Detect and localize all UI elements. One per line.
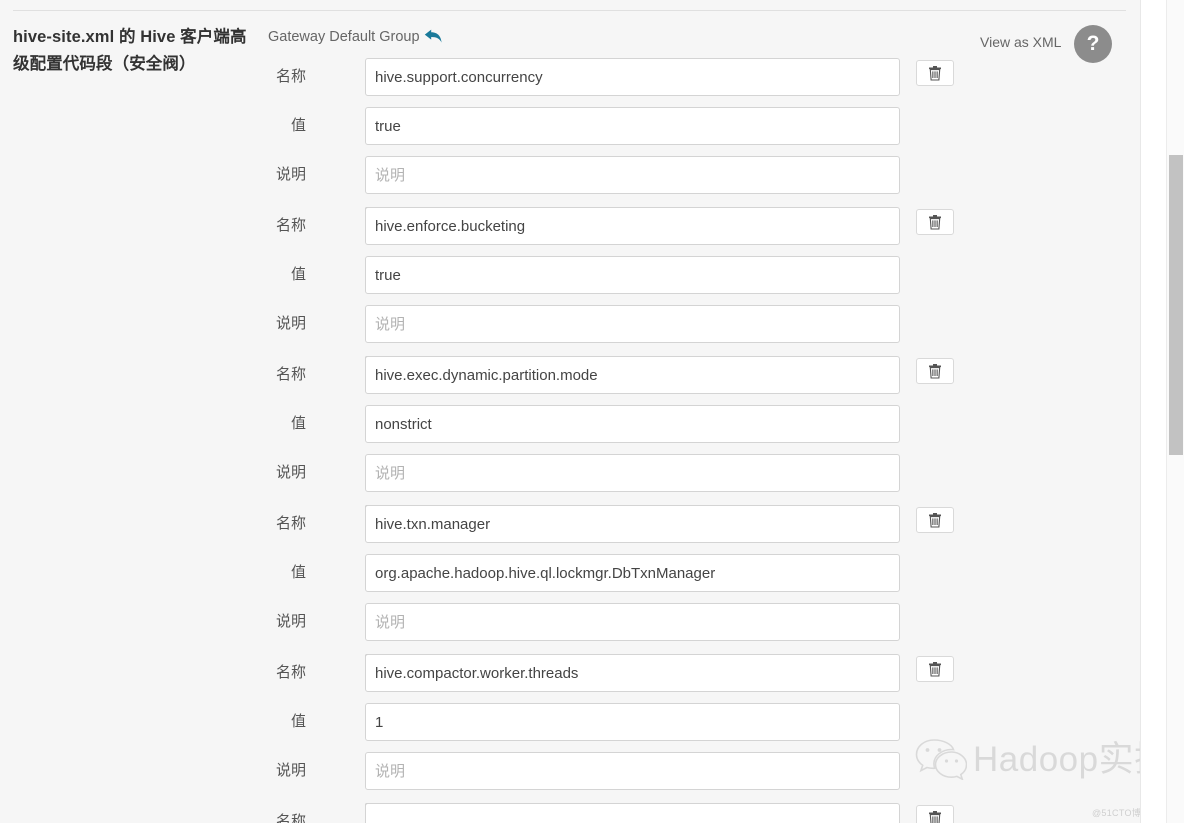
name-label: 名称 [275,68,306,85]
right-gutter [1140,0,1166,823]
delete-property-button[interactable] [916,805,954,823]
description-row: 说明 [0,305,1140,343]
property-group: 名称 值 说明 [0,356,1140,521]
trash-icon [929,214,941,230]
value-row: 值 [0,256,1140,294]
description-label: 说明 [275,762,306,779]
name-input[interactable] [365,654,900,692]
config-panel: hive-site.xml 的 Hive 客户端高级配置代码段（安全阀） Gat… [0,0,1184,823]
name-label: 名称 [275,664,306,681]
name-input[interactable] [365,505,900,543]
trash-icon [929,810,941,823]
property-group: 名称 值 说明 [0,654,1140,819]
scrollbar-track[interactable] [1166,0,1184,823]
property-group: 名称 值 说明 [0,207,1140,372]
description-input[interactable] [365,454,900,492]
description-label: 说明 [275,464,306,481]
delete-property-button[interactable] [916,60,954,86]
top-divider [13,10,1126,11]
value-label: 值 [290,415,306,432]
description-row: 说明 [0,752,1140,790]
name-input[interactable] [365,207,900,245]
property-group: 名称 值 说明 [0,58,1140,223]
name-label: 名称 [275,217,306,234]
delete-property-button[interactable] [916,656,954,682]
name-row: 名称 [0,654,1140,692]
trash-icon [929,363,941,379]
property-group: 名称 [0,803,1140,823]
name-row: 名称 [0,356,1140,394]
value-row: 值 [0,703,1140,741]
name-row: 名称 [0,58,1140,96]
description-label: 说明 [275,613,306,630]
value-input[interactable] [365,405,900,443]
description-row: 说明 [0,454,1140,492]
config-group-name: Gateway Default Group [268,29,420,45]
description-input[interactable] [365,156,900,194]
property-list: 名称 值 说明 [0,58,1140,823]
value-label: 值 [290,564,306,581]
value-label: 值 [290,713,306,730]
value-input[interactable] [365,107,900,145]
value-input[interactable] [365,256,900,294]
name-row: 名称 [0,207,1140,245]
name-label: 名称 [275,366,306,383]
delete-property-button[interactable] [916,507,954,533]
value-label: 值 [290,117,306,134]
description-row: 说明 [0,156,1140,194]
trash-icon [929,512,941,528]
trash-icon [929,65,941,81]
value-input[interactable] [365,554,900,592]
name-row: 名称 [0,803,1140,823]
value-input[interactable] [365,703,900,741]
property-group: 名称 值 说明 [0,505,1140,670]
name-input[interactable] [365,356,900,394]
description-row: 说明 [0,603,1140,641]
name-label: 名称 [275,813,306,823]
undo-arrow-icon[interactable] [424,29,444,46]
description-input[interactable] [365,603,900,641]
name-input[interactable] [365,803,900,823]
scrollbar-thumb[interactable] [1169,155,1183,455]
delete-property-button[interactable] [916,358,954,384]
name-row: 名称 [0,505,1140,543]
value-row: 值 [0,405,1140,443]
value-row: 值 [0,554,1140,592]
description-label: 说明 [275,166,306,183]
view-as-xml-link[interactable]: View as XML [980,34,1061,50]
value-row: 值 [0,107,1140,145]
description-label: 说明 [275,315,306,332]
description-input[interactable] [365,752,900,790]
value-label: 值 [290,266,306,283]
description-input[interactable] [365,305,900,343]
delete-property-button[interactable] [916,209,954,235]
name-input[interactable] [365,58,900,96]
name-label: 名称 [275,515,306,532]
trash-icon [929,661,941,677]
